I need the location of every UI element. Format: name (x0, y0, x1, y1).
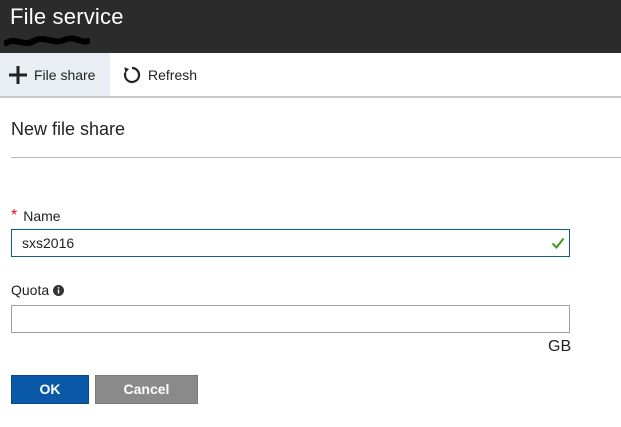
refresh-button[interactable]: Refresh (122, 53, 222, 96)
quota-label-text: Quota (11, 282, 50, 298)
ok-button[interactable]: OK (11, 375, 89, 404)
command-bar: File share Refresh (0, 53, 621, 98)
file-share-button-label: File share (34, 66, 96, 83)
name-field-label: * Name (11, 207, 61, 225)
info-icon[interactable] (53, 284, 65, 296)
required-marker: * (11, 207, 18, 224)
redacted-subtitle-scribble (4, 35, 90, 46)
quota-unit-label: GB (548, 338, 572, 355)
quota-input[interactable] (11, 305, 570, 333)
plus-icon (8, 65, 28, 85)
refresh-icon (122, 65, 142, 85)
name-input-value: sxs2016 (22, 235, 75, 251)
quota-field-label: Quota (11, 282, 65, 298)
name-label-text: Name (23, 208, 61, 224)
header-title: File service (10, 4, 124, 29)
blade-header: File service (0, 0, 621, 53)
refresh-button-label: Refresh (148, 66, 198, 83)
add-file-share-button[interactable]: File share (0, 53, 110, 96)
checkmark-icon (551, 237, 565, 250)
name-input[interactable]: sxs2016 (11, 229, 570, 257)
cancel-button[interactable]: Cancel (95, 375, 198, 404)
title-divider (11, 157, 621, 158)
form-title: New file share (11, 119, 126, 139)
